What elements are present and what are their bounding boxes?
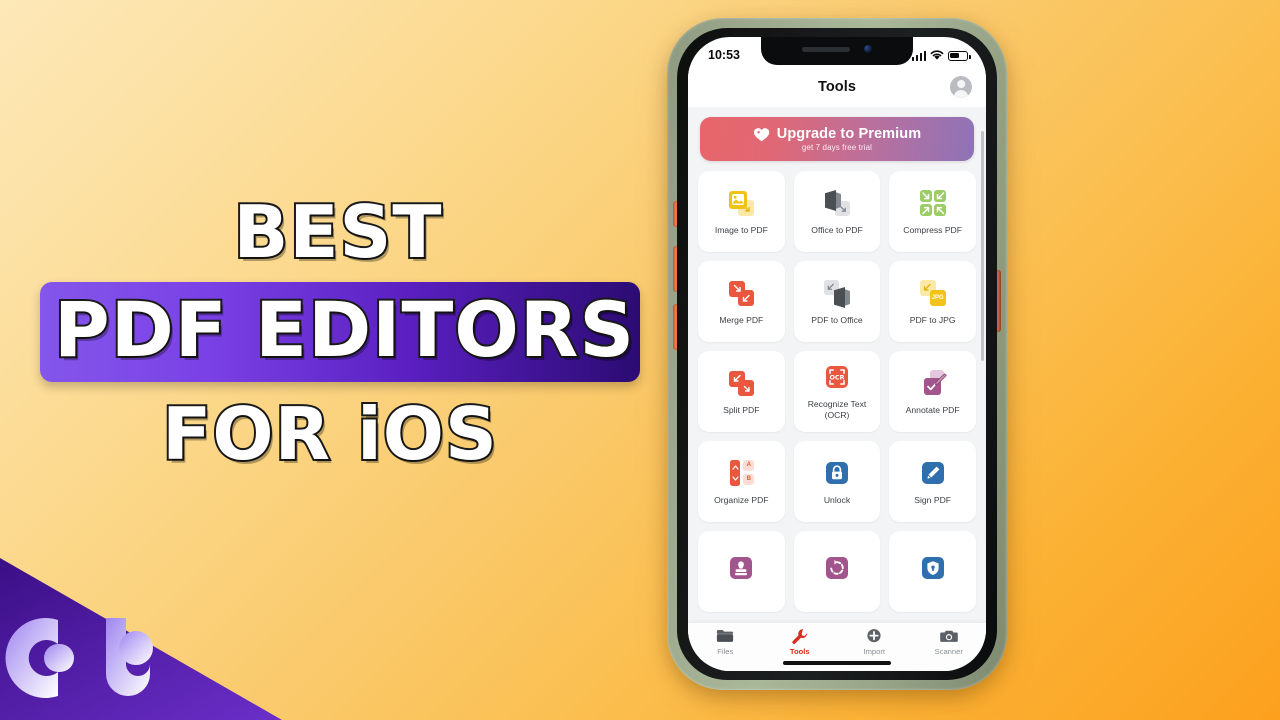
tab-label: Import [863,647,886,656]
tool-card-split-pdf[interactable]: Split PDF [698,351,785,432]
tool-card-sign-pdf[interactable]: Sign PDF [889,441,976,522]
plus-icon [867,629,881,643]
cellular-signal-icon [911,50,926,61]
tool-label: Organize PDF [714,494,769,505]
tool-card-office-to-pdf[interactable]: Office to PDF [793,171,881,252]
battery-icon [948,50,971,61]
tool-card-unlock[interactable]: Unlock [793,441,881,522]
app-navigation-bar: Tools [688,67,986,107]
tool-label: Sign PDF [914,494,952,505]
rotate-icon [822,553,852,583]
tool-label: Compress PDF [903,224,963,235]
tab-files[interactable]: Files [695,628,755,656]
tool-label: Image to PDF [714,224,768,235]
screen-notch [761,37,913,65]
compress-pdf-icon [918,188,948,218]
status-time: 10:53 [708,48,740,62]
upgrade-banner-title: Upgrade to Premium [776,126,922,142]
headline-highlight-band: PDF EDITORS [40,282,640,382]
headline-line-1: BEST [231,190,443,274]
tool-card-recognize-text-ocr[interactable]: OCR Recognize Text (OCR) [793,351,881,432]
tab-label: Files [717,647,734,656]
ocr-icon: OCR [822,362,852,392]
account-avatar-icon[interactable] [950,76,972,98]
tool-card-stamp[interactable] [698,531,785,612]
organize-pdf-icon: A B [726,458,756,488]
page-title: Tools [817,79,857,95]
tab-scanner[interactable]: Scanner [919,628,979,656]
tool-label: Split PDF [723,404,760,415]
stamp-icon [726,553,756,583]
vertical-scrollbar[interactable] [981,131,984,361]
tool-label: Recognize Text (OCR) [807,399,867,420]
tool-card-image-to-pdf[interactable]: Image to PDF [698,171,785,252]
headline-line-3: FOR iOS [160,392,499,476]
tool-label: PDF to JPG [909,314,956,325]
protect-icon [918,553,948,583]
tool-card-pdf-to-office[interactable]: PDF to Office [793,261,881,342]
tool-label: Merge PDF [719,314,764,325]
phone-mockup: 10:53 Tools Upgrade to Premium get 7 day… [655,8,1015,698]
tool-card-compress-pdf[interactable]: Compress PDF [889,171,976,252]
thumbnail-headline: BEST PDF EDITORS FOR iOS [0,190,660,476]
brand-corner-watermark [0,558,282,720]
merge-pdf-icon [726,278,756,308]
pdf-to-jpg-icon: JPG [918,278,948,308]
tab-tools[interactable]: Tools [770,628,830,656]
tag-heart-icon [753,127,769,141]
pdf-to-office-icon [822,278,852,308]
tool-card-organize-pdf[interactable]: A B Organize PDF [698,441,785,522]
tab-label: Tools [789,647,810,656]
tool-card-pdf-to-jpg[interactable]: JPG PDF to JPG [889,261,976,342]
speaker-icon [802,46,850,52]
camera-icon [939,630,958,642]
tools-grid: Image to PDF Office to PDF Compress PDF … [698,171,976,612]
tool-card-protect[interactable] [889,531,976,612]
front-camera-icon [864,45,872,53]
tool-label: Unlock [823,494,851,505]
upgrade-to-premium-banner[interactable]: Upgrade to Premium get 7 days free trial [700,117,974,161]
upgrade-banner-subtitle: get 7 days free trial [801,143,873,152]
phone-screen: 10:53 Tools Upgrade to Premium get 7 day… [688,37,986,671]
tool-label: PDF to Office [811,314,863,325]
tool-card-merge-pdf[interactable]: Merge PDF [698,261,785,342]
tool-card-rotate[interactable] [793,531,881,612]
headline-line-2: PDF EDITORS [52,285,636,374]
wrench-icon [792,629,807,644]
office-to-pdf-icon [822,188,852,218]
tool-label: Office to PDF [811,224,863,235]
sign-pdf-icon [918,458,948,488]
tools-scroll-area[interactable]: Upgrade to Premium get 7 days free trial… [688,107,986,671]
tool-label: Annotate PDF [905,404,960,415]
wifi-icon [930,49,944,60]
unlock-icon [822,458,852,488]
split-pdf-icon [726,368,756,398]
annotate-pdf-icon [918,368,948,398]
tool-card-annotate-pdf[interactable]: Annotate PDF [889,351,976,432]
image-to-pdf-icon [726,188,756,218]
svg-text:OCR: OCR [829,374,844,382]
home-indicator [783,661,891,665]
folder-icon [717,630,734,642]
tab-import[interactable]: Import [844,628,904,656]
tab-label: Scanner [934,647,963,656]
